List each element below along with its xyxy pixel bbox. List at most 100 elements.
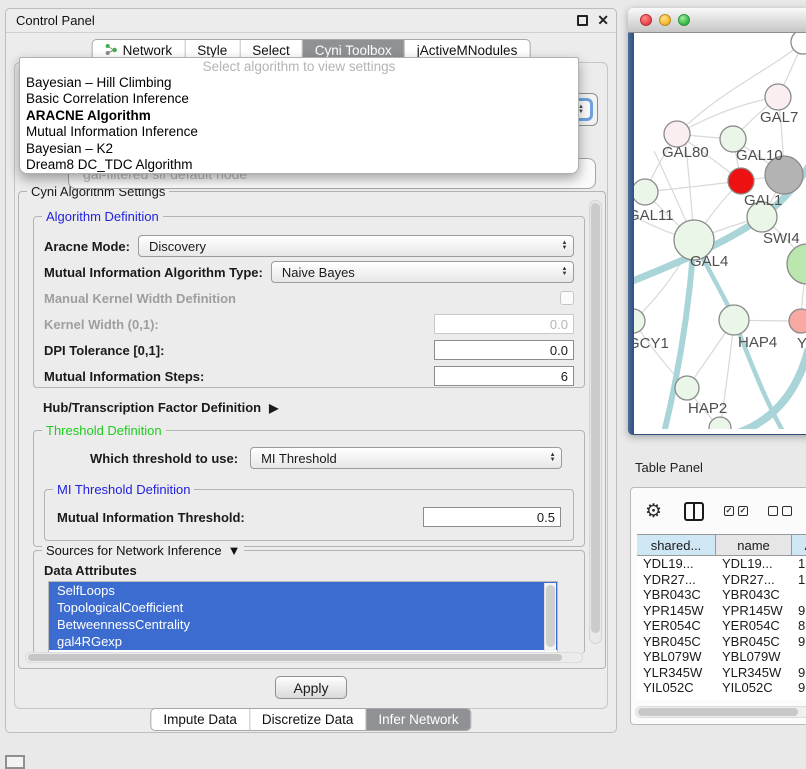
- network-window-titlebar[interactable]: [628, 8, 806, 33]
- checked-pair-icon[interactable]: ✓✓: [724, 506, 748, 516]
- data-attributes-list[interactable]: SelfLoopsTopologicalCoefficientBetweenne…: [48, 581, 558, 653]
- mi-threshold-label: Mutual Information Threshold:: [57, 510, 245, 525]
- mi-steps-field[interactable]: 6: [434, 366, 574, 386]
- kernel-width-label: Kernel Width (0,1):: [44, 317, 159, 332]
- network-node[interactable]: [791, 33, 806, 54]
- algorithm-option[interactable]: ARACNE Algorithm: [20, 108, 578, 124]
- zoom-traffic-light[interactable]: [678, 14, 690, 26]
- attributes-scrollbar[interactable]: [544, 583, 556, 651]
- collapsed-arrow-icon: ▶: [269, 401, 278, 415]
- table-row[interactable]: YIL052CYIL052C9: [637, 680, 806, 696]
- network-node[interactable]: [787, 244, 806, 284]
- table-row[interactable]: YDL19...YDL19...13: [637, 556, 806, 572]
- apply-button[interactable]: Apply: [275, 676, 347, 699]
- cyni-bottom-tabs: Impute DataDiscretize DataInfer Network: [150, 708, 471, 731]
- threshold-definition-group: Threshold Definition Which threshold to …: [33, 430, 585, 547]
- attribute-item[interactable]: BetweennessCentrality: [49, 616, 557, 633]
- table-rows: YDL19...YDL19...13YDR27...YDR27...12YBR0…: [637, 556, 806, 696]
- mi-threshold-definition-group: MI Threshold Definition Mutual Informati…: [44, 489, 574, 541]
- settings-horizontal-scrollbar[interactable]: [25, 652, 583, 663]
- algorithm-popup-list: Bayesian – Hill ClimbingBasic Correlatio…: [20, 75, 578, 173]
- minimize-traffic-light[interactable]: [659, 14, 671, 26]
- mi-threshold-field[interactable]: 0.5: [423, 507, 561, 527]
- sources-title-wrap: Sources for Network Inference ▼: [42, 543, 244, 558]
- tab-impute-data[interactable]: Impute Data: [151, 709, 250, 730]
- table-row[interactable]: YLR345WYLR345W9.: [637, 665, 806, 681]
- float-window-button[interactable]: [577, 15, 588, 26]
- collapsed-panel-grip[interactable]: [5, 755, 25, 769]
- aracne-mode-combo[interactable]: Discovery ▲▼: [138, 235, 574, 257]
- sources-toggle[interactable]: Sources for Network Inference ▼: [46, 543, 240, 558]
- sources-group: Sources for Network Inference ▼ Data Att…: [33, 550, 585, 654]
- control-panel-window: Control Panel ✕ NetworkStyleSelectCyni T…: [5, 8, 617, 733]
- mi-threshold-definition-title: MI Threshold Definition: [53, 482, 194, 497]
- table-horizontal-scrollbar[interactable]: [635, 706, 806, 718]
- attribute-item[interactable]: TopologicalCoefficient: [49, 599, 557, 616]
- which-threshold-label: Which threshold to use:: [90, 451, 238, 466]
- tab-discretize-data[interactable]: Discretize Data: [250, 709, 367, 730]
- table-row[interactable]: YBL079WYBL079W: [637, 649, 806, 665]
- network-edge-highlighted[interactable]: [738, 351, 806, 429]
- table-cell: YBL079W: [637, 649, 716, 665]
- algorithm-option[interactable]: Bayesian – Hill Climbing: [20, 75, 578, 91]
- table-panel-title: Table Panel: [635, 460, 703, 475]
- column-header[interactable]: Avera: [792, 535, 806, 555]
- window-title: Control Panel: [16, 13, 95, 28]
- table-panel-toolbar: ⚙ ✓✓: [631, 488, 806, 534]
- network-graph[interactable]: GAL7GAL80GAL10GAL1GAL11SWI4GAL4GCY1HAP4Y…: [634, 33, 806, 429]
- network-node-y[interactable]: [789, 309, 806, 333]
- node-label: GCY1: [634, 335, 669, 352]
- algorithm-definition-title: Algorithm Definition: [42, 209, 163, 224]
- network-canvas[interactable]: GAL7GAL80GAL10GAL1GAL11SWI4GAL4GCY1HAP4Y…: [634, 33, 806, 434]
- attribute-item[interactable]: gal4RGexp: [49, 633, 557, 650]
- column-header[interactable]: name: [716, 535, 792, 555]
- which-threshold-combo[interactable]: MI Threshold ▲▼: [250, 447, 562, 469]
- gear-icon[interactable]: ⚙: [645, 502, 662, 521]
- table-cell: YER054C: [716, 618, 792, 634]
- combo-spinner-icon: ▲▼: [544, 453, 561, 463]
- network-node-gal7[interactable]: [765, 84, 791, 110]
- table-cell: 8.: [792, 618, 806, 634]
- table-header-row: shared...nameAvera: [637, 534, 806, 556]
- attribute-item[interactable]: SelfLoops: [49, 582, 557, 599]
- network-node-gcy1[interactable]: [634, 309, 645, 333]
- algorithm-option[interactable]: Dream8 DC_TDC Algorithm: [20, 157, 578, 173]
- kernel-width-field[interactable]: 0.0: [434, 314, 574, 334]
- node-label: GAL4: [690, 253, 728, 270]
- network-node-hap4[interactable]: [719, 305, 749, 335]
- table-cell: YDR27...: [637, 572, 716, 588]
- algorithm-option[interactable]: Bayesian – K2: [20, 141, 578, 157]
- table-cell: YDL19...: [716, 556, 792, 572]
- node-label: GAL80: [662, 144, 709, 161]
- tab-infer-network[interactable]: Infer Network: [366, 709, 470, 730]
- manual-kernel-checkbox[interactable]: [560, 291, 574, 305]
- table-cell: 9: [792, 680, 806, 696]
- table-cell: YIL052C: [716, 680, 792, 696]
- mi-type-combo[interactable]: Naive Bayes ▲▼: [271, 261, 574, 283]
- network-node-gal1[interactable]: [728, 168, 754, 194]
- close-traffic-light[interactable]: [640, 14, 652, 26]
- network-node-hap2[interactable]: [675, 376, 699, 400]
- table-row[interactable]: YPR145WYPR145W9.: [637, 603, 806, 619]
- network-edge[interactable]: [645, 181, 741, 192]
- combo-spinner-icon: ▲▼: [556, 267, 573, 277]
- close-window-button[interactable]: ✕: [597, 12, 609, 29]
- table-cell: YBR045C: [716, 634, 792, 650]
- dpi-tolerance-field[interactable]: 0.0: [434, 340, 574, 360]
- unchecked-pair-icon[interactable]: [768, 506, 792, 516]
- columns-icon[interactable]: [684, 502, 704, 521]
- settings-vertical-scrollbar[interactable]: [589, 200, 602, 644]
- table-row[interactable]: YER054CYER054C8.: [637, 618, 806, 634]
- table-row[interactable]: YDR27...YDR27...12: [637, 572, 806, 588]
- algorithm-option[interactable]: Mutual Information Inference: [20, 124, 578, 140]
- aracne-mode-value: Discovery: [149, 239, 206, 254]
- table-cell: YBL079W: [716, 649, 792, 665]
- network-node-gal11[interactable]: [634, 179, 658, 205]
- column-header[interactable]: shared...: [637, 535, 716, 555]
- table-row[interactable]: YBR043CYBR043C: [637, 587, 806, 603]
- table-cell: [792, 649, 806, 665]
- table-row[interactable]: YBR045CYBR045C9.: [637, 634, 806, 650]
- hub-definition-toggle[interactable]: Hub/Transcription Factor Definition ▶: [43, 400, 278, 415]
- algorithm-option[interactable]: Basic Correlation Inference: [20, 91, 578, 107]
- table-cell: YBR045C: [637, 634, 716, 650]
